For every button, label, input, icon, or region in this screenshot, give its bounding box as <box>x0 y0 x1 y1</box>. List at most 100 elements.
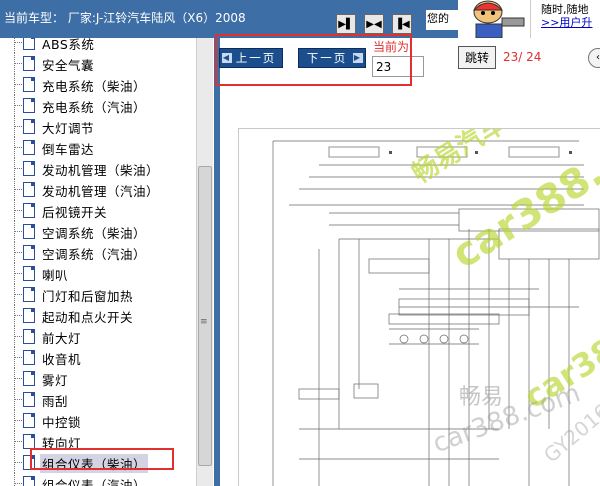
content-left-border <box>214 38 220 486</box>
document-icon <box>23 140 35 155</box>
tree-item-label: 起动和点火开关 <box>42 310 134 325</box>
tree-item[interactable]: 空调系统（汽油） <box>0 242 196 263</box>
tree-item-label: 空调系统（汽油） <box>42 247 147 262</box>
tree-item[interactable]: 门灯和后窗加热 <box>0 284 196 305</box>
last-page-icon[interactable]: ▐◀ <box>392 14 412 34</box>
tree-connector <box>14 483 22 484</box>
tree-connector <box>14 210 22 211</box>
scrollbar-thumb[interactable] <box>198 166 212 466</box>
tree-item[interactable]: ABS系统 <box>0 38 196 53</box>
wiring-diagram <box>272 140 600 486</box>
document-icon <box>23 203 35 218</box>
tree-item-label: 喇叭 <box>42 268 69 283</box>
ad-text: 您的 <box>426 10 458 30</box>
document-icon <box>23 434 35 449</box>
document-icon <box>23 161 35 176</box>
tree-item[interactable]: 起动和点火开关 <box>0 305 196 326</box>
document-icon <box>23 245 35 260</box>
tree-item[interactable]: 雨刮 <box>0 389 196 410</box>
sidebar-scrollbar[interactable]: ≡ <box>196 38 213 486</box>
tree-item[interactable]: 前大灯 <box>0 326 196 347</box>
document-icon <box>23 308 35 323</box>
tree-item-label: 后视镜开关 <box>42 205 108 220</box>
tree-item-label: 组合仪表（汽油） <box>42 478 147 486</box>
prev-next-icon[interactable]: ▶◀ <box>364 14 384 34</box>
tree-connector <box>14 42 22 43</box>
tree-item-label: 前大灯 <box>42 331 82 346</box>
tree-connector <box>14 189 22 190</box>
document-icon <box>23 224 35 239</box>
tree-item[interactable]: 雾灯 <box>0 368 196 389</box>
tree-connector <box>14 441 22 442</box>
page-status: 23/ 24 <box>503 50 542 64</box>
document-icon <box>23 56 35 71</box>
selection-highlight-box <box>30 448 174 470</box>
tree-connector <box>14 378 22 379</box>
tree-item-label: 门灯和后窗加热 <box>42 289 134 304</box>
document-icon <box>23 77 35 92</box>
mascot-icon <box>458 0 530 38</box>
pager-highlight-box <box>215 34 412 86</box>
tree-item[interactable]: 后视镜开关 <box>0 200 196 221</box>
tree-item-label: 收音机 <box>42 352 82 367</box>
tree-item[interactable]: 倒车雷达 <box>0 137 196 158</box>
tree-item-label: 发动机管理（汽油） <box>42 184 160 199</box>
tree-item[interactable]: 发动机管理（汽油） <box>0 179 196 200</box>
tree-connector <box>14 126 22 127</box>
document-icon <box>23 266 35 281</box>
tree-item-label: 充电系统（汽油） <box>42 100 147 115</box>
tree-item-label: 雨刮 <box>42 394 69 409</box>
tree-item-label: ABS系统 <box>42 38 95 52</box>
tree-item[interactable]: 安全气囊 <box>0 53 196 74</box>
tree-connector <box>14 399 22 400</box>
tree-connector <box>14 147 22 148</box>
tree-item[interactable]: 中控锁 <box>0 410 196 431</box>
tree-item-label: 发动机管理（柴油） <box>42 163 160 178</box>
ad-box: 随时,随地 >>用户升 <box>530 0 600 38</box>
document-icon <box>23 476 35 486</box>
document-icon <box>23 413 35 428</box>
tree-connector <box>14 315 22 316</box>
tree-item-label: 大灯调节 <box>42 121 95 136</box>
tree-connector <box>14 38 15 53</box>
document-icon <box>23 329 35 344</box>
tree-connector <box>14 84 22 85</box>
tree-item-label: 雾灯 <box>42 373 69 388</box>
tree-item[interactable]: 大灯调节 <box>0 116 196 137</box>
document-icon <box>23 38 35 50</box>
tree-item[interactable]: 充电系统（柴油） <box>0 74 196 95</box>
tree-item[interactable]: 空调系统（柴油） <box>0 221 196 242</box>
tree-connector <box>14 168 22 169</box>
tree-item-label: 充电系统（柴油） <box>42 79 147 94</box>
document-icon <box>23 119 35 134</box>
tree-item[interactable]: 充电系统（汽油） <box>0 95 196 116</box>
first-page-icon[interactable]: ▶▌ <box>336 14 356 34</box>
tree-connector <box>14 473 15 486</box>
tree-item[interactable]: 喇叭 <box>0 263 196 284</box>
jump-button[interactable]: 跳转 <box>458 46 496 69</box>
upgrade-link[interactable]: >>用户升 <box>541 14 592 30</box>
tree-connector <box>14 336 22 337</box>
document-icon <box>23 98 35 113</box>
vehicle-label: 当前车型： 厂家:J-江铃汽车陆风（X6）2008 <box>4 11 246 25</box>
tree-item-label: 倒车雷达 <box>42 142 95 157</box>
document-icon <box>23 392 35 407</box>
tree-item[interactable]: 组合仪表（汽油） <box>0 473 196 486</box>
tree-item-label: 安全气囊 <box>42 58 95 73</box>
tree-item[interactable]: 发动机管理（柴油） <box>0 158 196 179</box>
tree-item[interactable]: 收音机 <box>0 347 196 368</box>
tree-connector <box>14 231 22 232</box>
tree-connector <box>14 63 22 64</box>
document-icon <box>23 182 35 197</box>
wiring-diagram-page: 畅易汽车维修 car388.com 畅易 car388 car388.com G… <box>238 128 600 486</box>
tree-item-label: 空调系统（柴油） <box>42 226 147 241</box>
tree-connector <box>14 357 22 358</box>
sidebar-tree: ABS系统安全气囊充电系统（柴油） 充电系统（汽油） 大灯调节倒车雷达发动机管理（柴… <box>0 38 213 486</box>
tree-connector <box>14 105 22 106</box>
scrollbar-grip-icon: ≡ <box>200 317 208 327</box>
tree-connector <box>14 294 22 295</box>
document-icon <box>23 350 35 365</box>
document-icon <box>23 287 35 302</box>
tree-connector <box>14 462 22 463</box>
tree-connector <box>14 252 22 253</box>
